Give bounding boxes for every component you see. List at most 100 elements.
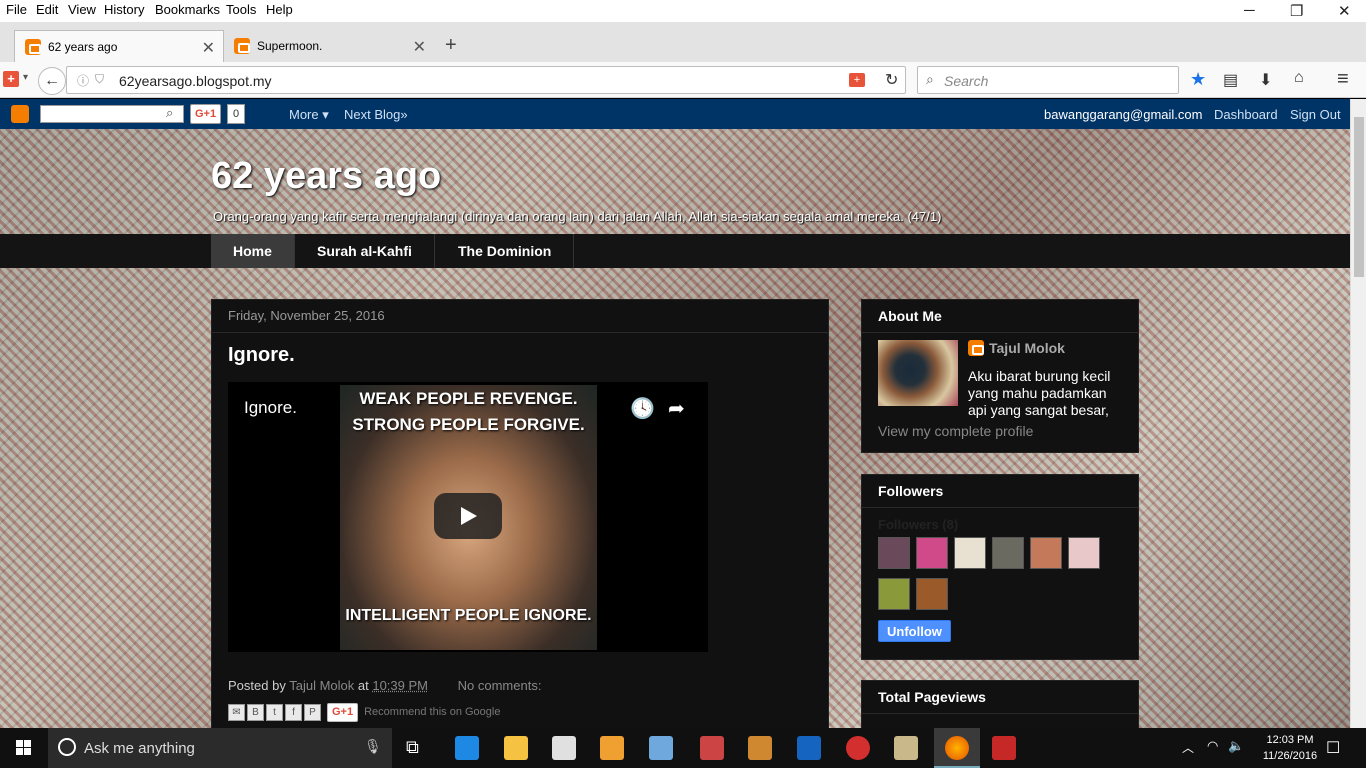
menu-edit[interactable]: Edit xyxy=(36,2,58,17)
follower-avatar[interactable] xyxy=(878,537,910,569)
page-scrollbar[interactable] xyxy=(1350,99,1366,728)
clock[interactable]: 12:03 PM 11/26/2016 xyxy=(1255,732,1325,764)
follower-avatar[interactable] xyxy=(878,578,910,610)
flash-icon[interactable] xyxy=(992,736,1016,760)
dashboard-link[interactable]: Dashboard xyxy=(1214,107,1278,122)
profile-photo[interactable] xyxy=(878,340,958,406)
app-icon[interactable] xyxy=(649,736,673,760)
more-link[interactable]: More ▾ xyxy=(289,107,329,123)
menu-history[interactable]: History xyxy=(104,2,144,17)
twitter-share-icon[interactable]: t xyxy=(266,703,283,721)
home-icon[interactable]: ⌂ xyxy=(1294,69,1304,87)
profile-name[interactable]: Tajul Molok xyxy=(968,340,1065,356)
blogger-icon xyxy=(968,340,984,356)
reload-icon[interactable]: ↻ xyxy=(885,70,898,90)
menu-icon[interactable]: ≡ xyxy=(1337,68,1349,91)
close-tab-icon[interactable]: ✕ xyxy=(202,38,215,58)
cortana-search[interactable]: Ask me anything 🎙 xyxy=(48,728,392,768)
play-button[interactable] xyxy=(434,493,502,539)
profile-name-text[interactable]: Tajul Molok xyxy=(989,340,1065,356)
post-time-link[interactable]: 10:39 PM xyxy=(372,678,428,693)
scrollbar-thumb[interactable] xyxy=(1354,117,1364,277)
search-placeholder[interactable]: Search xyxy=(944,73,988,89)
search-box[interactable]: ⌕ Search xyxy=(917,66,1179,94)
menu-view[interactable]: View xyxy=(68,2,96,17)
blogthis-share-icon[interactable]: B xyxy=(247,703,264,721)
url-text[interactable]: 62yearsago.blogspot.my xyxy=(119,73,272,89)
bookmark-star-icon[interactable]: ★ xyxy=(1190,69,1206,90)
app-icon[interactable] xyxy=(748,736,772,760)
share-icon[interactable]: ➦ xyxy=(668,396,685,421)
tab-62-years-ago[interactable]: 62 years ago ✕ xyxy=(14,30,224,62)
restore-icon[interactable]: ❐ xyxy=(1290,2,1303,20)
blog-search-input[interactable] xyxy=(40,105,184,123)
blog-title[interactable]: 62 years ago xyxy=(211,155,441,198)
chevron-up-icon[interactable]: ︿ xyxy=(1182,739,1194,756)
thumb-text-line2: STRONG PEOPLE FORGIVE. xyxy=(352,415,585,434)
follower-avatar[interactable] xyxy=(1068,537,1100,569)
email-share-icon[interactable]: ✉ xyxy=(228,703,245,721)
task-view-icon[interactable]: ⧉ xyxy=(406,737,419,758)
follower-avatar[interactable] xyxy=(916,578,948,610)
new-tab-icon[interactable]: + xyxy=(445,34,457,57)
menu-file[interactable]: File xyxy=(6,2,27,17)
microphone-icon[interactable]: 🎙 xyxy=(364,738,382,755)
gplus-button[interactable]: G+1 xyxy=(190,104,222,124)
app-icon[interactable] xyxy=(894,736,918,760)
tab-supermoon[interactable]: Supermoon. ✕ xyxy=(224,30,434,62)
youtube-video-embed[interactable]: WEAK PEOPLE REVENGE. STRONG PEOPLE FORGI… xyxy=(228,382,708,652)
media-player-icon[interactable] xyxy=(600,736,624,760)
addon-page-icon[interactable]: + xyxy=(849,73,865,87)
facebook-share-icon[interactable]: f xyxy=(285,703,302,721)
follower-avatar[interactable] xyxy=(954,537,986,569)
url-bar[interactable]: ⓘ ⛉ 62yearsago.blogspot.my + xyxy=(66,66,906,94)
store-icon[interactable] xyxy=(552,736,576,760)
info-icon[interactable]: ⓘ xyxy=(77,72,89,89)
blocked-icon[interactable] xyxy=(846,736,870,760)
next-blog-link[interactable]: Next Blog» xyxy=(344,107,408,122)
tab-home[interactable]: Home xyxy=(211,234,295,268)
start-button[interactable] xyxy=(0,728,48,768)
menu-tools[interactable]: Tools xyxy=(226,2,256,17)
share-buttons: ✉ B t f P G+1 Recommend this on Google xyxy=(228,702,500,722)
unfollow-button[interactable]: Unfollow xyxy=(878,620,951,642)
menu-bookmarks[interactable]: Bookmarks xyxy=(155,2,220,17)
notifications-icon[interactable]: ☐ xyxy=(1326,738,1340,758)
follower-avatar[interactable] xyxy=(992,537,1024,569)
watch-later-icon[interactable]: 🕓 xyxy=(630,396,655,421)
chevron-down-icon[interactable]: ▾ xyxy=(23,72,28,83)
download-icon[interactable]: ⬇ xyxy=(1259,70,1272,90)
volume-icon[interactable]: 🔈 xyxy=(1228,738,1244,754)
follower-avatar[interactable] xyxy=(1030,537,1062,569)
tab-surah-al-kahfi[interactable]: Surah al-Kahfi xyxy=(295,234,435,268)
menu-help[interactable]: Help xyxy=(266,2,293,17)
close-tab-icon[interactable]: ✕ xyxy=(413,37,426,57)
minimize-icon[interactable]: ─ xyxy=(1244,2,1255,19)
tab-title: Supermoon. xyxy=(257,39,323,53)
author-link[interactable]: Tajul Molok xyxy=(289,678,354,693)
cortana-icon xyxy=(58,738,76,756)
malwarebytes-icon[interactable] xyxy=(797,736,821,760)
shield-icon[interactable]: ⛉ xyxy=(95,72,104,87)
search-icon[interactable]: ⌕ xyxy=(166,105,173,121)
back-button[interactable]: ← xyxy=(38,67,66,95)
wifi-icon[interactable]: ◠ xyxy=(1207,738,1218,754)
file-explorer-icon[interactable] xyxy=(504,736,528,760)
app-icon[interactable] xyxy=(700,736,724,760)
addon-icon[interactable]: + xyxy=(3,71,19,87)
gplus-share-button[interactable]: G+1 xyxy=(327,702,359,722)
library-icon[interactable]: ▤ xyxy=(1223,70,1238,90)
sign-out-link[interactable]: Sign Out xyxy=(1290,107,1341,122)
post-title[interactable]: Ignore. xyxy=(228,344,295,367)
blogger-logo-icon[interactable] xyxy=(11,105,29,123)
follower-avatar[interactable] xyxy=(916,537,948,569)
cortana-placeholder[interactable]: Ask me anything xyxy=(84,740,195,757)
pinterest-share-icon[interactable]: P xyxy=(304,703,321,721)
video-title[interactable]: Ignore. xyxy=(244,398,297,418)
tab-the-dominion[interactable]: The Dominion xyxy=(436,234,575,268)
view-profile-link[interactable]: View my complete profile xyxy=(878,423,1033,439)
close-window-icon[interactable]: ✕ xyxy=(1338,2,1351,20)
edge-icon[interactable] xyxy=(455,736,479,760)
comments-link[interactable]: No comments: xyxy=(458,678,542,693)
firefox-taskbar-button[interactable] xyxy=(934,728,980,768)
